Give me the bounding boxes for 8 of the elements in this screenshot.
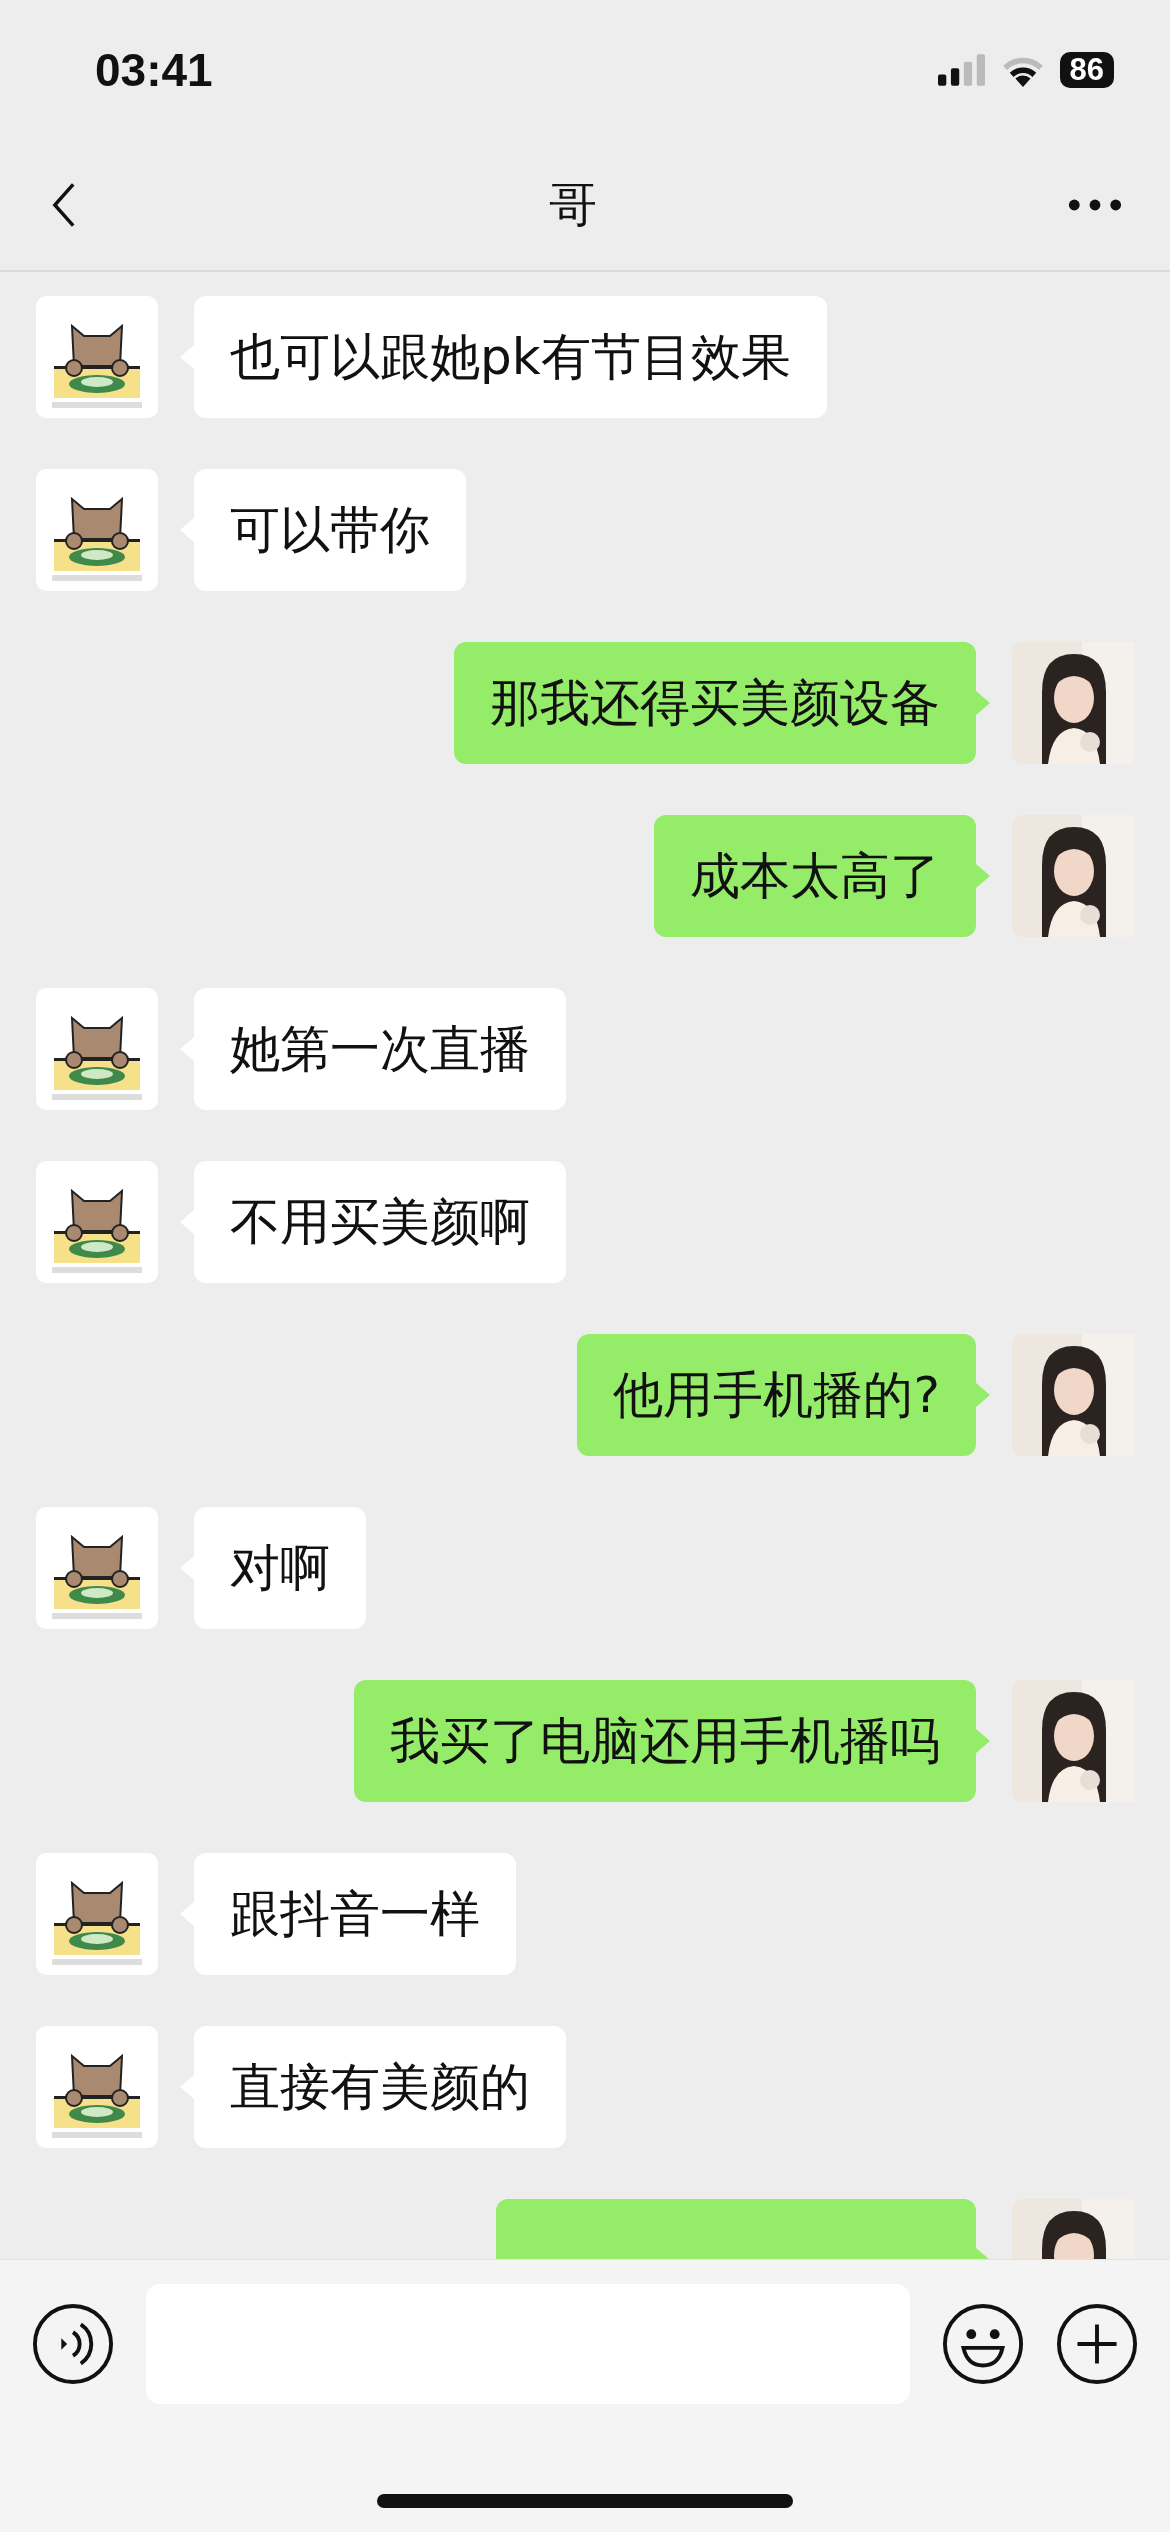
status-time: 03:41 [95, 43, 213, 97]
emoji-icon[interactable] [942, 2303, 1024, 2385]
battery-indicator: 86 [1059, 52, 1114, 88]
voice-icon[interactable] [32, 2303, 114, 2385]
more-icon[interactable] [1068, 198, 1122, 212]
chat-title: 哥 [549, 175, 597, 234]
plus-icon[interactable] [1056, 2303, 1138, 2385]
signal-icon [937, 54, 986, 86]
